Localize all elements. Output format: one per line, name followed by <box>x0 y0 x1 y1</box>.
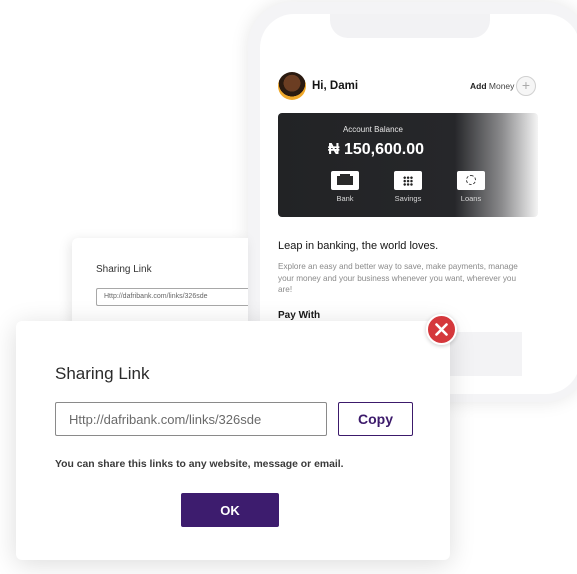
avatar <box>278 72 306 100</box>
add-money-plus-icon[interactable]: + <box>516 76 536 96</box>
pay-with-heading: Pay With <box>278 310 321 321</box>
savings-action[interactable]: Savings <box>388 171 428 203</box>
balance-label: Account Balance <box>342 125 404 134</box>
loading-icon <box>457 171 485 190</box>
description: Explore an easy and better way to save, … <box>278 262 518 295</box>
bank-label: Bank <box>336 194 354 203</box>
add-money-link[interactable]: Add Money <box>470 81 514 91</box>
bank-action[interactable]: Bank <box>325 171 365 203</box>
preview-title: Sharing Link <box>96 264 152 275</box>
sharing-link-dialog: Sharing Link Copy You can share this lin… <box>16 321 450 560</box>
copy-button[interactable]: Copy <box>338 402 413 436</box>
ok-button[interactable]: OK <box>181 493 279 527</box>
preview-link-field: Http://dafribank.com/links/326sde <box>96 288 248 306</box>
loans-label: Loans <box>460 194 482 203</box>
bank-icon <box>331 171 359 190</box>
close-dialog-button[interactable] <box>426 314 457 345</box>
add-money-label-bold: Add <box>470 81 487 91</box>
balance-amount: ₦ 150,600.00 <box>327 141 425 158</box>
sharing-link-dialog-preview: Sharing Link Http://dafribank.com/links/… <box>72 238 248 328</box>
grid-icon <box>394 171 422 190</box>
add-money-label: Money <box>486 81 515 91</box>
dialog-title: Sharing Link <box>55 364 150 383</box>
link-input[interactable] <box>55 402 327 436</box>
balance-card: Account Balance ₦ 150,600.00 Bank Saving… <box>278 113 538 217</box>
loans-action[interactable]: Loans <box>451 171 491 203</box>
close-icon <box>435 323 448 336</box>
share-note: You can share this links to any website,… <box>55 459 344 470</box>
greeting: Hi, Dami <box>312 80 359 92</box>
savings-label: Savings <box>394 194 422 203</box>
phone-notch <box>330 14 490 38</box>
tagline: Leap in banking, the world loves. <box>278 240 439 252</box>
